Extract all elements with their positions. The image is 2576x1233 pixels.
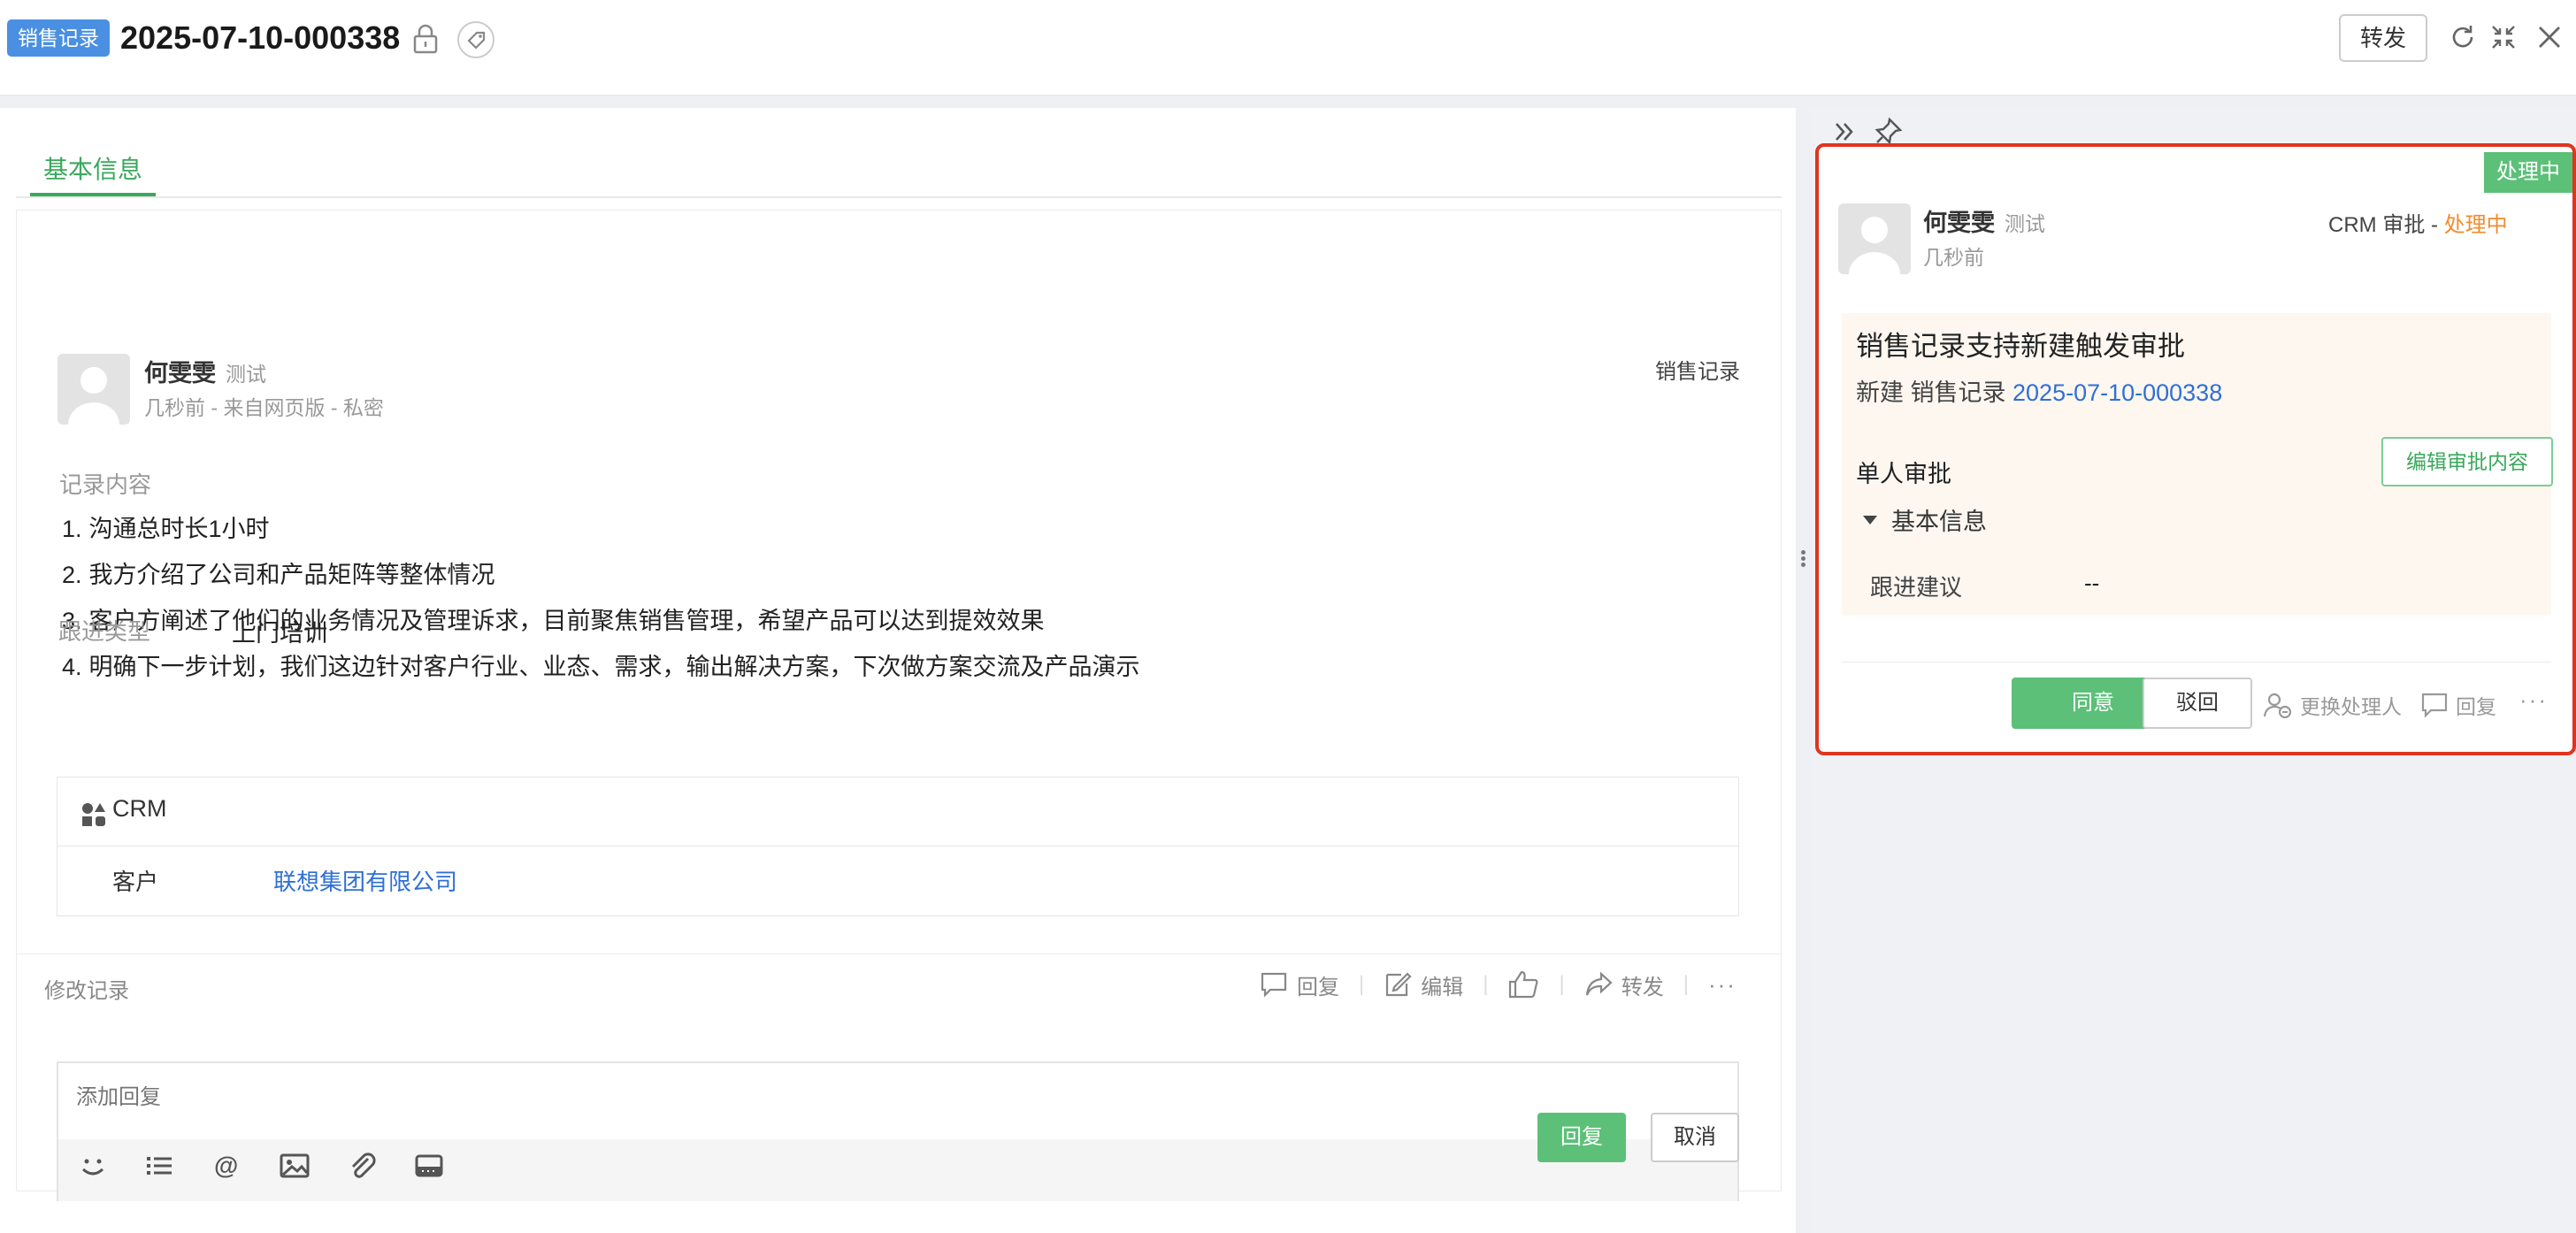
customer-link[interactable]: 联想集团有限公司 xyxy=(273,864,457,897)
comment-icon xyxy=(1261,972,1287,998)
comment-icon xyxy=(2421,693,2448,718)
post-actions: 回复 | 编辑 | | 转发 | ··· xyxy=(1260,969,1736,999)
tab-divider xyxy=(16,196,1782,198)
reject-button[interactable]: 驳回 xyxy=(2143,678,2252,729)
mention-icon[interactable]: @ xyxy=(211,1148,244,1183)
section-title: 基本信息 xyxy=(1891,509,1987,535)
reply-submit-button[interactable]: 回复 xyxy=(1537,1113,1626,1162)
list-item: 1. 沟通总时长1小时 xyxy=(62,516,270,542)
svg-text:@: @ xyxy=(214,1152,238,1179)
attachment-icon[interactable] xyxy=(345,1148,379,1183)
share-icon xyxy=(1585,971,1613,996)
history-link[interactable]: 修改记录 xyxy=(44,973,129,1004)
applicant-dept: 测试 xyxy=(2005,212,2045,235)
more-action[interactable]: ··· xyxy=(1708,971,1736,999)
section-toggle[interactable]: 基本信息 xyxy=(1861,502,1987,537)
card-icon[interactable] xyxy=(412,1148,446,1183)
crm-box: CRM 客户 联想集团有限公司 xyxy=(57,777,1739,916)
record-link[interactable]: 2025-07-10-000338 xyxy=(2012,379,2222,406)
list-item: 4. 明确下一步计划，我们这边针对客户行业、业态、需求，输出解决方案，下次做方案交… xyxy=(62,654,1140,680)
forward-button[interactable]: 转发 xyxy=(2339,14,2427,62)
approval-flow: CRM 审批 - 处理中 xyxy=(2328,213,2508,237)
approval-title: 销售记录支持新建触发审批 xyxy=(1856,331,2185,362)
image-icon[interactable] xyxy=(278,1148,311,1183)
approval-card: 处理中 何雯雯 测试 几秒前 CRM 审批 - 处理中 销售记录支持新建触发审批… xyxy=(1815,143,2576,755)
divider xyxy=(16,953,1782,954)
edit-icon xyxy=(1386,972,1412,997)
field-label: 跟进建议 xyxy=(1870,574,1963,601)
refresh-icon[interactable] xyxy=(2447,21,2479,53)
like-icon[interactable] xyxy=(1507,970,1539,999)
lock-icon[interactable] xyxy=(411,23,440,55)
follow-type-value: 上门培训 xyxy=(232,620,327,647)
applicant-name[interactable]: 何雯雯 xyxy=(1923,203,1995,238)
list-item: 2. 我方介绍了公司和产品矩阵等整体情况 xyxy=(62,562,495,588)
approval-time: 几秒前 xyxy=(1923,246,1984,269)
edit-action[interactable]: 编辑 xyxy=(1384,969,1463,1000)
caret-down-icon xyxy=(1863,515,1877,525)
record-card: 何雯雯 测试 几秒前 - 来自网页版 - 私密 销售记录 记录内容 xyxy=(16,210,1782,1191)
field-value: -- xyxy=(2084,570,2100,596)
pin-icon[interactable] xyxy=(1874,117,1903,145)
post-meta: 几秒前 - 来自网页版 - 私密 xyxy=(144,396,384,419)
approval-reply-action[interactable]: 回复 xyxy=(2420,690,2496,720)
crm-header: CRM xyxy=(58,777,1738,846)
status-badge: 处理中 xyxy=(2484,152,2572,193)
approval-mode: 单人审批 xyxy=(1856,461,1951,487)
customer-label: 客户 xyxy=(112,869,159,895)
emoji-icon[interactable] xyxy=(76,1148,110,1183)
user-swap-icon xyxy=(2263,693,2292,718)
list-icon[interactable] xyxy=(143,1148,177,1183)
author-name[interactable]: 何雯雯 xyxy=(144,354,216,388)
approval-subtitle: 新建 销售记录 2025-07-10-000338 xyxy=(1856,379,2223,406)
crm-label: CRM xyxy=(112,795,167,822)
approval-body: 销售记录支持新建触发审批 新建 销售记录 2025-07-10-000338 单… xyxy=(1842,313,2553,616)
reply-cancel-button[interactable]: 取消 xyxy=(1651,1113,1739,1162)
approval-more-action[interactable]: ··· xyxy=(2519,686,2548,714)
forward-action[interactable]: 转发 xyxy=(1584,969,1664,1000)
collapse-icon[interactable] xyxy=(2488,21,2519,53)
author-dept: 测试 xyxy=(226,363,266,386)
type-badge: 销售记录 xyxy=(7,19,110,57)
record-content-list: 1. 沟通总时长1小时 2. 我方介绍了公司和产品矩阵等整体情况 3. 客户方阐述了他… xyxy=(62,506,1147,690)
crm-icon xyxy=(82,803,105,826)
list-item: 3. 客户方阐述了他们的业务情况及管理诉求，目前聚焦销售管理，希望产品可以达到提效… xyxy=(62,608,1045,634)
reply-action[interactable]: 回复 xyxy=(1260,969,1339,1000)
panel-resize-handle[interactable] xyxy=(1799,548,1806,575)
reply-input[interactable] xyxy=(76,1076,1668,1120)
change-handler-action[interactable]: 更换处理人 xyxy=(2263,690,2402,720)
detail-panel: 基本信息 何雯雯 测试 几秒前 - 来自网页版 - 私密 销售记录 记录内容 1… xyxy=(0,108,1796,1233)
follow-type-label: 跟进类型 xyxy=(58,618,151,645)
close-icon[interactable] xyxy=(2534,21,2565,53)
content-label: 记录内容 xyxy=(59,471,152,498)
page-title: 2025-07-10-000338 xyxy=(120,19,401,56)
applicant-avatar xyxy=(1838,203,1911,274)
avatar xyxy=(58,354,130,425)
double-chevron-right-icon[interactable] xyxy=(1832,119,1859,145)
record-category: 销售记录 xyxy=(1655,360,1740,384)
top-bar: 销售记录 2025-07-10-000338 转发 xyxy=(0,0,2576,96)
reply-box: @ xyxy=(57,1061,1739,1201)
tag-icon[interactable] xyxy=(457,21,494,58)
edit-approval-button[interactable]: 编辑审批内容 xyxy=(2381,437,2553,486)
tab-basic-info[interactable]: 基本信息 xyxy=(30,143,156,196)
